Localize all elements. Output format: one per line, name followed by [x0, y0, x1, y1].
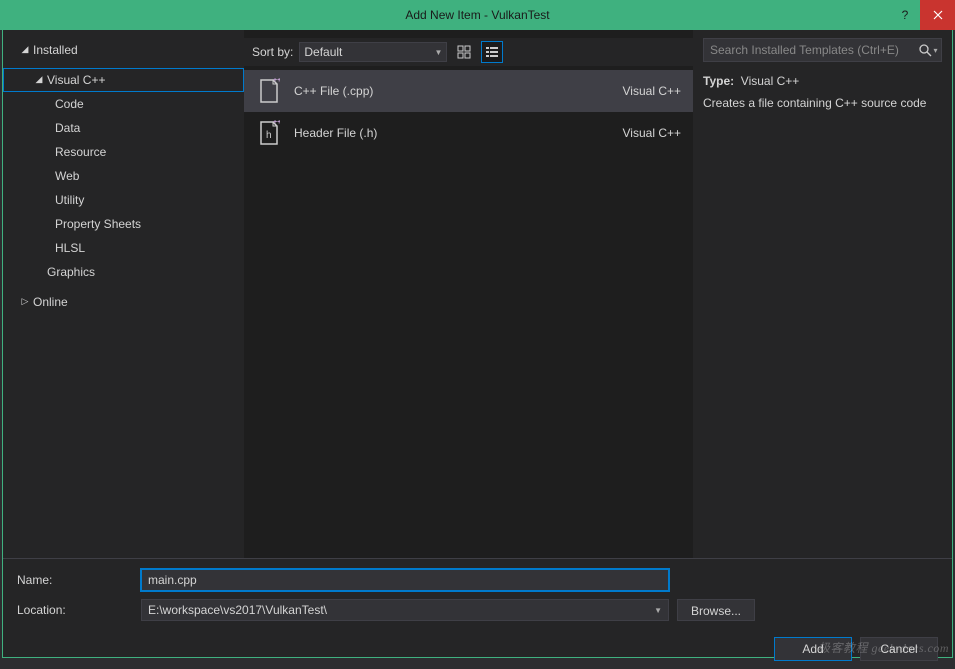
template-type: Visual C++ [623, 84, 681, 98]
svg-text:h: h [266, 130, 272, 141]
name-input[interactable] [141, 569, 669, 591]
chevron-down-icon: ◢ [19, 43, 31, 57]
name-label: Name: [17, 573, 133, 587]
chevron-down-icon: ◢ [33, 73, 45, 87]
sidebar-item-installed[interactable]: ◢Installed [3, 38, 244, 62]
sidebar-item-property-sheets[interactable]: Property Sheets [3, 212, 244, 236]
window-title: Add New Item - VulkanTest [405, 8, 549, 22]
sidebar-item-web[interactable]: Web [3, 164, 244, 188]
form-area: Name: Location: E:\workspace\vs2017\Vulk… [3, 558, 952, 633]
header-file-icon: h++ [256, 120, 282, 146]
search-input[interactable] [704, 43, 915, 57]
sidebar-item-hlsl[interactable]: HLSL [3, 236, 244, 260]
add-button[interactable]: Add [774, 637, 852, 661]
cpp-file-icon: ++ [256, 78, 282, 104]
sidebar-item-resource[interactable]: Resource [3, 140, 244, 164]
chevron-down-icon: ▼ [654, 606, 662, 615]
close-button[interactable] [920, 0, 955, 30]
search-templates[interactable]: ▾ [703, 38, 942, 62]
template-name: C++ File (.cpp) [294, 84, 611, 98]
sidebar-item-code[interactable]: Code [3, 92, 244, 116]
template-name: Header File (.h) [294, 126, 611, 140]
svg-text:++: ++ [273, 78, 280, 84]
location-select[interactable]: E:\workspace\vs2017\VulkanTest\▼ [141, 599, 669, 621]
sidebar: ◢Installed ◢Visual C++ Code Data Resourc… [3, 30, 244, 558]
chevron-right-icon: ▷ [19, 295, 31, 309]
search-icon[interactable]: ▾ [915, 43, 941, 57]
sidebar-item-online[interactable]: ▷Online [3, 290, 244, 314]
svg-text:++: ++ [273, 120, 280, 126]
browse-button[interactable]: Browse... [677, 599, 755, 621]
help-button[interactable]: ? [890, 0, 920, 30]
template-item-cpp[interactable]: ++ C++ File (.cpp) Visual C++ [244, 70, 693, 112]
template-type: Visual C++ [623, 126, 681, 140]
detail-description: Creates a file containing C++ source cod… [703, 96, 942, 110]
titlebar: Add New Item - VulkanTest ? [0, 0, 955, 30]
sidebar-item-data[interactable]: Data [3, 116, 244, 140]
sortby-select[interactable]: Default▼ [299, 42, 447, 62]
view-tiles-button[interactable] [453, 41, 475, 63]
sortby-label: Sort by: [252, 45, 293, 59]
template-item-header[interactable]: h++ Header File (.h) Visual C++ [244, 112, 693, 154]
template-list: Sort by: Default▼ ++ C++ File (.cpp) [244, 30, 693, 558]
sidebar-item-visualcpp[interactable]: ◢Visual C++ [3, 68, 244, 92]
detail-type: Type: Visual C++ [703, 74, 942, 88]
view-list-button[interactable] [481, 41, 503, 63]
location-label: Location: [17, 603, 133, 617]
chevron-down-icon: ▼ [434, 48, 442, 57]
sidebar-item-utility[interactable]: Utility [3, 188, 244, 212]
cancel-button[interactable]: Cancel [860, 637, 938, 661]
detail-panel: ▾ Type: Visual C++ Creates a file contai… [693, 30, 952, 558]
sidebar-item-graphics[interactable]: Graphics [3, 260, 244, 284]
